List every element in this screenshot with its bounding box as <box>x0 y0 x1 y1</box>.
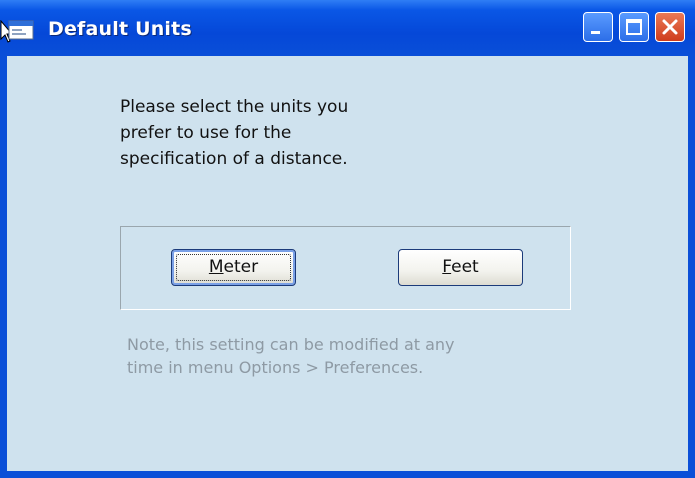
focus-rectangle <box>176 254 291 281</box>
maximize-icon <box>626 19 642 35</box>
minimize-button[interactable] <box>583 12 613 42</box>
minimize-icon <box>591 31 600 34</box>
meter-button[interactable]: Meter <box>171 249 296 286</box>
maximize-button[interactable] <box>619 12 649 42</box>
prompt-text: Please select the units you prefer to us… <box>120 94 420 172</box>
close-button[interactable] <box>655 12 685 42</box>
dialog-window: Default Units Please select the units yo… <box>0 0 695 478</box>
dialog-content: Please select the units you prefer to us… <box>7 56 688 471</box>
note-line: time in menu Options > Preferences. <box>127 358 424 377</box>
feet-button-label: eet <box>451 257 479 277</box>
title-bar[interactable]: Default Units <box>0 0 695 56</box>
prompt-line: prefer to use for the <box>120 123 292 143</box>
prompt-line: specification of a distance. <box>120 149 348 169</box>
feet-button-accelerator: F <box>442 257 452 277</box>
close-icon <box>662 19 678 35</box>
units-button-group: Meter Feet <box>120 226 571 310</box>
note-line: Note, this setting can be modified at an… <box>127 335 455 354</box>
feet-button[interactable]: Feet <box>398 249 523 286</box>
note-text: Note, this setting can be modified at an… <box>127 333 547 379</box>
prompt-line: Please select the units you <box>120 97 349 117</box>
app-window-icon <box>8 20 34 40</box>
window-title: Default Units <box>48 18 192 40</box>
